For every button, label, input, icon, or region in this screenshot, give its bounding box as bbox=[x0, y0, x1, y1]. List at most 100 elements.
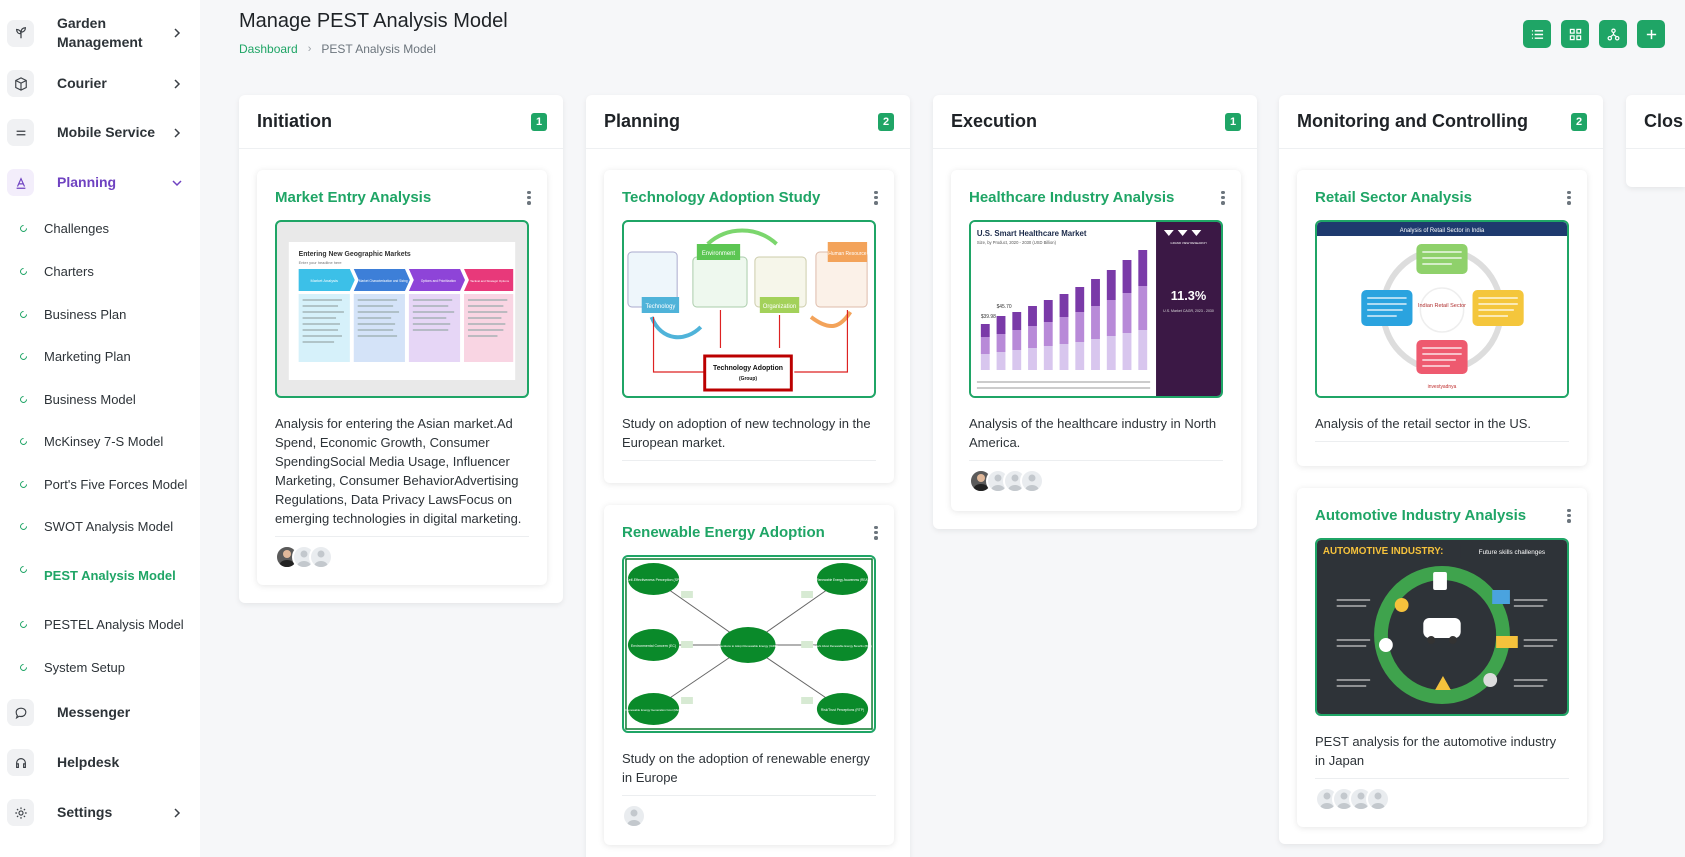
chevron-right-icon bbox=[174, 807, 181, 818]
sidebar-subitem-business-plan[interactable]: Business Plan bbox=[18, 304, 126, 324]
card-title[interactable]: Automotive Industry Analysis bbox=[1315, 507, 1526, 524]
sidebar-subitem-pestel[interactable]: PESTEL Analysis Model bbox=[18, 614, 184, 634]
headset-icon bbox=[7, 749, 34, 776]
card-thumbnail: Entering New Geographic Markets Enter yo… bbox=[275, 220, 529, 398]
more-options-icon[interactable] bbox=[1563, 190, 1575, 206]
avatar[interactable] bbox=[1366, 787, 1390, 811]
sidebar-subitem-challenges[interactable]: Challenges bbox=[18, 218, 109, 238]
kanban-column-execution: Execution 1 Healthcare Industry Analysis… bbox=[933, 95, 1257, 529]
bullet-icon bbox=[18, 351, 29, 361]
sidebar-subitem-marketing-plan[interactable]: Marketing Plan bbox=[18, 346, 131, 366]
sidebar-subitem-business-model[interactable]: Business Model bbox=[18, 389, 136, 409]
card-thumbnail: U.S. Smart Healthcare Market Size, by Pr… bbox=[969, 220, 1223, 398]
sidebar-item-label: Settings bbox=[57, 804, 113, 820]
more-options-icon[interactable] bbox=[1217, 190, 1229, 206]
kanban-card[interactable]: Renewable Energy Adoption Self-Effective… bbox=[604, 505, 894, 845]
sidebar-item-helpdesk[interactable]: Helpdesk bbox=[0, 749, 200, 776]
thumb-node: Renewable Energy Awareness (REA) bbox=[817, 578, 869, 582]
list-view-button[interactable] bbox=[1523, 20, 1551, 48]
menu-icon bbox=[7, 119, 34, 146]
thumb-node: Beliefs About Renewable Energy Benefits … bbox=[813, 644, 872, 648]
more-options-icon[interactable] bbox=[870, 190, 882, 206]
column-title: Clos bbox=[1644, 111, 1684, 131]
thumb-section: Tactical and Strategic Options bbox=[470, 279, 509, 283]
chevron-down-icon bbox=[172, 179, 182, 186]
assignee-avatars bbox=[275, 545, 529, 571]
thumb-title: Entering New Geographic Markets bbox=[299, 251, 411, 258]
thumb-section: Market Characterization and Sizing bbox=[359, 279, 408, 283]
card-description: Analysis of the healthcare industry in N… bbox=[969, 416, 1217, 450]
sidebar-item-planning[interactable]: Planning bbox=[0, 169, 200, 196]
chat-icon bbox=[7, 699, 34, 726]
chevron-right-icon bbox=[174, 28, 181, 38]
sidebar-item-label: Helpdesk bbox=[57, 754, 120, 770]
card-title[interactable]: Retail Sector Analysis bbox=[1315, 189, 1472, 206]
card-thumbnail: AUTOMOTIVE INDUSTRY: Future skills chall… bbox=[1315, 538, 1569, 716]
column-count-badge: 1 bbox=[531, 112, 547, 131]
sidebar-item-label: Courier bbox=[57, 75, 107, 91]
bullet-icon bbox=[18, 479, 29, 489]
card-divider bbox=[1315, 778, 1569, 779]
avatar[interactable] bbox=[309, 545, 333, 569]
column-title: Initiation bbox=[257, 111, 332, 131]
kanban-card[interactable]: Retail Sector Analysis Analysis of Retai… bbox=[1297, 170, 1587, 466]
sidebar-subitem-swot[interactable]: SWOT Analysis Model bbox=[18, 516, 173, 536]
sidebar-item-label: Messenger bbox=[57, 704, 131, 720]
view-toolbar bbox=[1523, 20, 1665, 48]
sidebar-subitem-charters[interactable]: Charters bbox=[18, 261, 94, 281]
sidebar-subitem-pest[interactable]: PEST Analysis Model bbox=[18, 564, 176, 585]
kanban-card[interactable]: Market Entry Analysis Entering New Geogr… bbox=[257, 170, 547, 585]
column-title: Planning bbox=[604, 111, 680, 131]
add-button[interactable] bbox=[1637, 20, 1665, 48]
kanban-card[interactable]: Automotive Industry Analysis AUTOMOTIVE … bbox=[1297, 488, 1587, 827]
assignee-avatars bbox=[969, 469, 1223, 495]
sidebar-subitem-system-setup[interactable]: System Setup bbox=[18, 657, 125, 677]
card-title[interactable]: Market Entry Analysis bbox=[275, 189, 431, 206]
more-options-icon[interactable] bbox=[1563, 508, 1575, 524]
more-options-icon[interactable] bbox=[870, 525, 882, 541]
card-divider bbox=[275, 536, 529, 537]
card-title[interactable]: Healthcare Industry Analysis bbox=[969, 189, 1174, 206]
bullet-icon bbox=[18, 436, 29, 446]
kanban-card[interactable]: Technology Adoption Study Technology Env… bbox=[604, 170, 894, 483]
plus-icon bbox=[1646, 29, 1656, 39]
more-options-icon[interactable] bbox=[523, 190, 535, 206]
sidebar-item-courier[interactable]: Courier bbox=[0, 70, 200, 97]
sidebar-item-messenger[interactable]: Messenger bbox=[0, 699, 200, 726]
thumb-node: Environmental Concern (EC) bbox=[631, 644, 676, 648]
column-title: Execution bbox=[951, 111, 1038, 131]
card-description: PEST analysis for the automotive industr… bbox=[1315, 734, 1557, 768]
kanban-card[interactable]: Healthcare Industry Analysis U.S. Smart … bbox=[951, 170, 1241, 511]
column-header: Monitoring and Controlling 2 bbox=[1279, 95, 1603, 149]
avatar[interactable] bbox=[1020, 469, 1044, 493]
sidebar-item-settings[interactable]: Settings bbox=[0, 799, 200, 826]
thumb-brand: GRAND VIEW RESEARCH bbox=[1170, 241, 1206, 245]
grid-icon bbox=[1569, 28, 1581, 40]
column-header: Planning 2 bbox=[586, 95, 910, 149]
grid-view-button[interactable] bbox=[1561, 20, 1589, 48]
card-title[interactable]: Technology Adoption Study bbox=[622, 189, 820, 206]
thumb-brand: investyadnya bbox=[1428, 384, 1457, 390]
sidebar-item-mobile-service[interactable]: Mobile Service bbox=[0, 119, 200, 146]
hierarchy-view-button[interactable] bbox=[1599, 20, 1627, 48]
thumb-cagr-label: U.S. Market CAGR, 2023 - 2030 bbox=[1163, 309, 1214, 313]
card-title[interactable]: Renewable Energy Adoption bbox=[622, 524, 825, 541]
sidebar-item-garden-management[interactable]: Garden Management bbox=[0, 14, 200, 52]
card-divider bbox=[622, 795, 876, 796]
kanban-column-initiation: Initiation 1 Market Entry Analysis Enter… bbox=[239, 95, 563, 603]
card-divider bbox=[1315, 441, 1569, 442]
bullet-icon bbox=[18, 394, 29, 404]
list-icon bbox=[1531, 29, 1543, 39]
thumb-center: Indian Retail Sector bbox=[1418, 303, 1466, 309]
column-header: Execution 1 bbox=[933, 95, 1257, 149]
sidebar-item-label: Mobile Service bbox=[57, 124, 156, 140]
bullet-icon bbox=[18, 266, 29, 276]
breadcrumb-home-link[interactable]: Dashboard bbox=[239, 42, 298, 56]
sidebar-subitem-mckinsey[interactable]: McKinsey 7-S Model bbox=[18, 431, 163, 451]
card-thumbnail: Technology Environment Organization Huma… bbox=[622, 220, 876, 398]
thumb-node: Organization bbox=[763, 304, 796, 310]
sidebar-subitem-five-forces[interactable]: Port's Five Forces Model bbox=[18, 474, 187, 494]
thumb-subtitle: Future skills challenges bbox=[1479, 549, 1545, 556]
thumb-node: Risk/Trust Perceptions (RTP) bbox=[821, 708, 864, 712]
avatar[interactable] bbox=[622, 804, 646, 828]
